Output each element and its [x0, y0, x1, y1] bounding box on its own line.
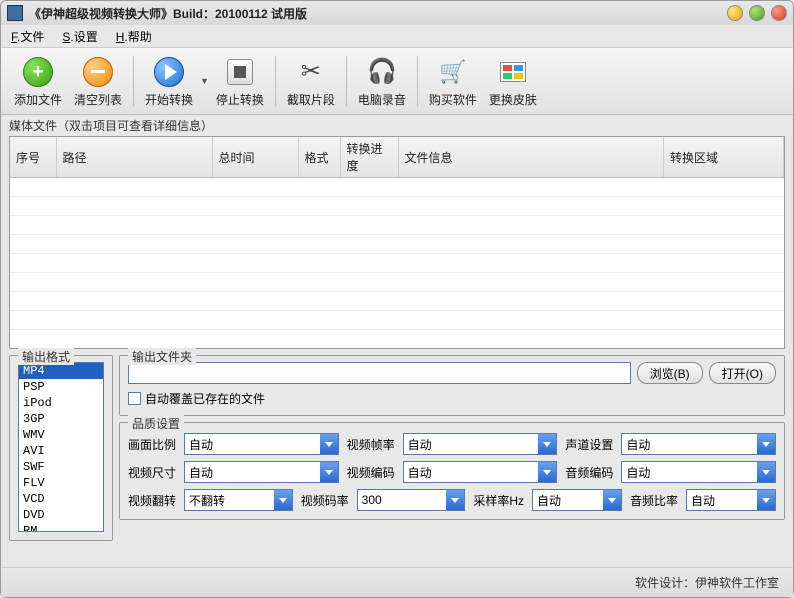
scissors-icon: ✂: [294, 55, 328, 89]
vcodec-label: 视频编码: [347, 464, 395, 481]
format-item[interactable]: PSP: [19, 379, 103, 395]
col-format[interactable]: 格式: [298, 137, 340, 178]
media-group-label: 媒体文件（双击项目可查看详细信息）: [1, 115, 793, 136]
format-item[interactable]: VCD: [19, 491, 103, 507]
play-icon: [154, 57, 184, 87]
channel-label: 声道设置: [565, 436, 613, 453]
stop-convert-button[interactable]: 停止转换: [211, 51, 269, 111]
plus-icon: +: [23, 57, 53, 87]
size-combo[interactable]: 自动: [184, 461, 339, 483]
toolbar-separator: [346, 56, 347, 106]
output-folder-input[interactable]: [128, 362, 631, 384]
cart-icon: 🛒: [436, 55, 470, 89]
menu-settings[interactable]: S.设置: [62, 28, 97, 45]
format-item[interactable]: WMV: [19, 427, 103, 443]
headset-icon: 🎧: [365, 55, 399, 89]
format-item[interactable]: AVI: [19, 443, 103, 459]
format-item[interactable]: MP4: [19, 363, 103, 379]
theme-icon: [500, 62, 526, 82]
cut-segment-button[interactable]: ✂ 截取片段: [282, 51, 340, 111]
aspect-label: 画面比例: [128, 436, 176, 453]
start-dropdown-arrow[interactable]: ▼: [200, 76, 209, 86]
chevron-down-icon: [757, 462, 775, 482]
abitrate-label: 音频比率: [630, 492, 678, 509]
size-label: 视频尺寸: [128, 464, 176, 481]
format-item[interactable]: FLV: [19, 475, 103, 491]
start-convert-button[interactable]: 开始转换: [140, 51, 198, 111]
output-format-list[interactable]: MP4PSPiPod3GPWMVAVISWFFLVVCDDVDRMMKV: [18, 362, 104, 532]
quality-group: 品质设置 画面比例 自动 视频帧率 自动 声道设置 自动 视频尺寸 自动 视频编…: [119, 422, 785, 520]
flip-combo[interactable]: 不翻转: [184, 489, 293, 511]
format-item[interactable]: RM: [19, 523, 103, 532]
fps-combo[interactable]: 自动: [403, 433, 558, 455]
minus-icon: [83, 57, 113, 87]
fps-label: 视频帧率: [347, 436, 395, 453]
toolbar-separator: [275, 56, 276, 106]
col-no[interactable]: 序号: [10, 137, 56, 178]
vbitrate-combo[interactable]: 300: [357, 489, 466, 511]
acodec-label: 音频编码: [565, 464, 613, 481]
chevron-down-icon: [603, 490, 621, 510]
col-path[interactable]: 路径: [56, 137, 212, 178]
add-file-button[interactable]: + 添加文件: [9, 51, 67, 111]
menu-file[interactable]: F.文件: [11, 28, 44, 45]
window-title: 《伊神超级视频转换大师》Build：20100112 试用版: [29, 5, 727, 22]
format-item[interactable]: DVD: [19, 507, 103, 523]
stop-icon: [227, 59, 253, 85]
toolbar-separator: [133, 56, 134, 106]
col-info[interactable]: 文件信息: [398, 137, 664, 178]
footer-credit: 软件设计：伊神软件工作室: [1, 567, 793, 597]
flip-label: 视频翻转: [128, 492, 176, 509]
overwrite-label: 自动覆盖已存在的文件: [145, 390, 265, 407]
output-folder-group: 输出文件夹 浏览(B) 打开(O) 自动覆盖已存在的文件: [119, 355, 785, 416]
app-icon: [7, 5, 23, 21]
title-bar: 《伊神超级视频转换大师》Build：20100112 试用版: [1, 1, 793, 25]
buy-software-button[interactable]: 🛒 购买软件: [424, 51, 482, 111]
chevron-down-icon: [757, 490, 775, 510]
format-item[interactable]: iPod: [19, 395, 103, 411]
output-format-group: 输出格式 MP4PSPiPod3GPWMVAVISWFFLVVCDDVDRMMK…: [9, 355, 113, 541]
chevron-down-icon: [538, 434, 556, 454]
file-table[interactable]: 序号 路径 总时间 格式 转换进度 文件信息 转换区域: [9, 136, 785, 349]
srate-label: 采样率Hz: [473, 492, 524, 509]
abitrate-combo[interactable]: 自动: [686, 489, 776, 511]
chevron-down-icon: [538, 462, 556, 482]
format-item[interactable]: SWF: [19, 459, 103, 475]
browse-button[interactable]: 浏览(B): [637, 362, 703, 384]
srate-combo[interactable]: 自动: [532, 489, 622, 511]
chevron-down-icon: [320, 462, 338, 482]
clear-list-button[interactable]: 清空列表: [69, 51, 127, 111]
toolbar-separator: [417, 56, 418, 106]
channel-combo[interactable]: 自动: [621, 433, 776, 455]
open-button[interactable]: 打开(O): [709, 362, 776, 384]
chevron-down-icon: [757, 434, 775, 454]
chevron-down-icon: [446, 490, 464, 510]
overwrite-checkbox[interactable]: [128, 392, 141, 405]
menu-help[interactable]: H.帮助: [116, 28, 152, 45]
col-duration[interactable]: 总时间: [212, 137, 298, 178]
col-progress[interactable]: 转换进度: [340, 137, 398, 178]
vcodec-combo[interactable]: 自动: [403, 461, 558, 483]
menu-bar: F.文件 S.设置 H.帮助: [1, 25, 793, 47]
maximize-button[interactable]: [749, 5, 765, 21]
change-theme-button[interactable]: 更换皮肤: [484, 51, 542, 111]
record-audio-button[interactable]: 🎧 电脑录音: [353, 51, 411, 111]
close-button[interactable]: [771, 5, 787, 21]
aspect-combo[interactable]: 自动: [184, 433, 339, 455]
acodec-combo[interactable]: 自动: [621, 461, 776, 483]
format-item[interactable]: 3GP: [19, 411, 103, 427]
col-region[interactable]: 转换区域: [664, 137, 784, 178]
vbitrate-label: 视频码率: [301, 492, 349, 509]
chevron-down-icon: [274, 490, 292, 510]
minimize-button[interactable]: [727, 5, 743, 21]
toolbar: + 添加文件 清空列表 开始转换 ▼ 停止转换 ✂ 截取片段 🎧 电脑录音 🛒 …: [1, 47, 793, 115]
chevron-down-icon: [320, 434, 338, 454]
